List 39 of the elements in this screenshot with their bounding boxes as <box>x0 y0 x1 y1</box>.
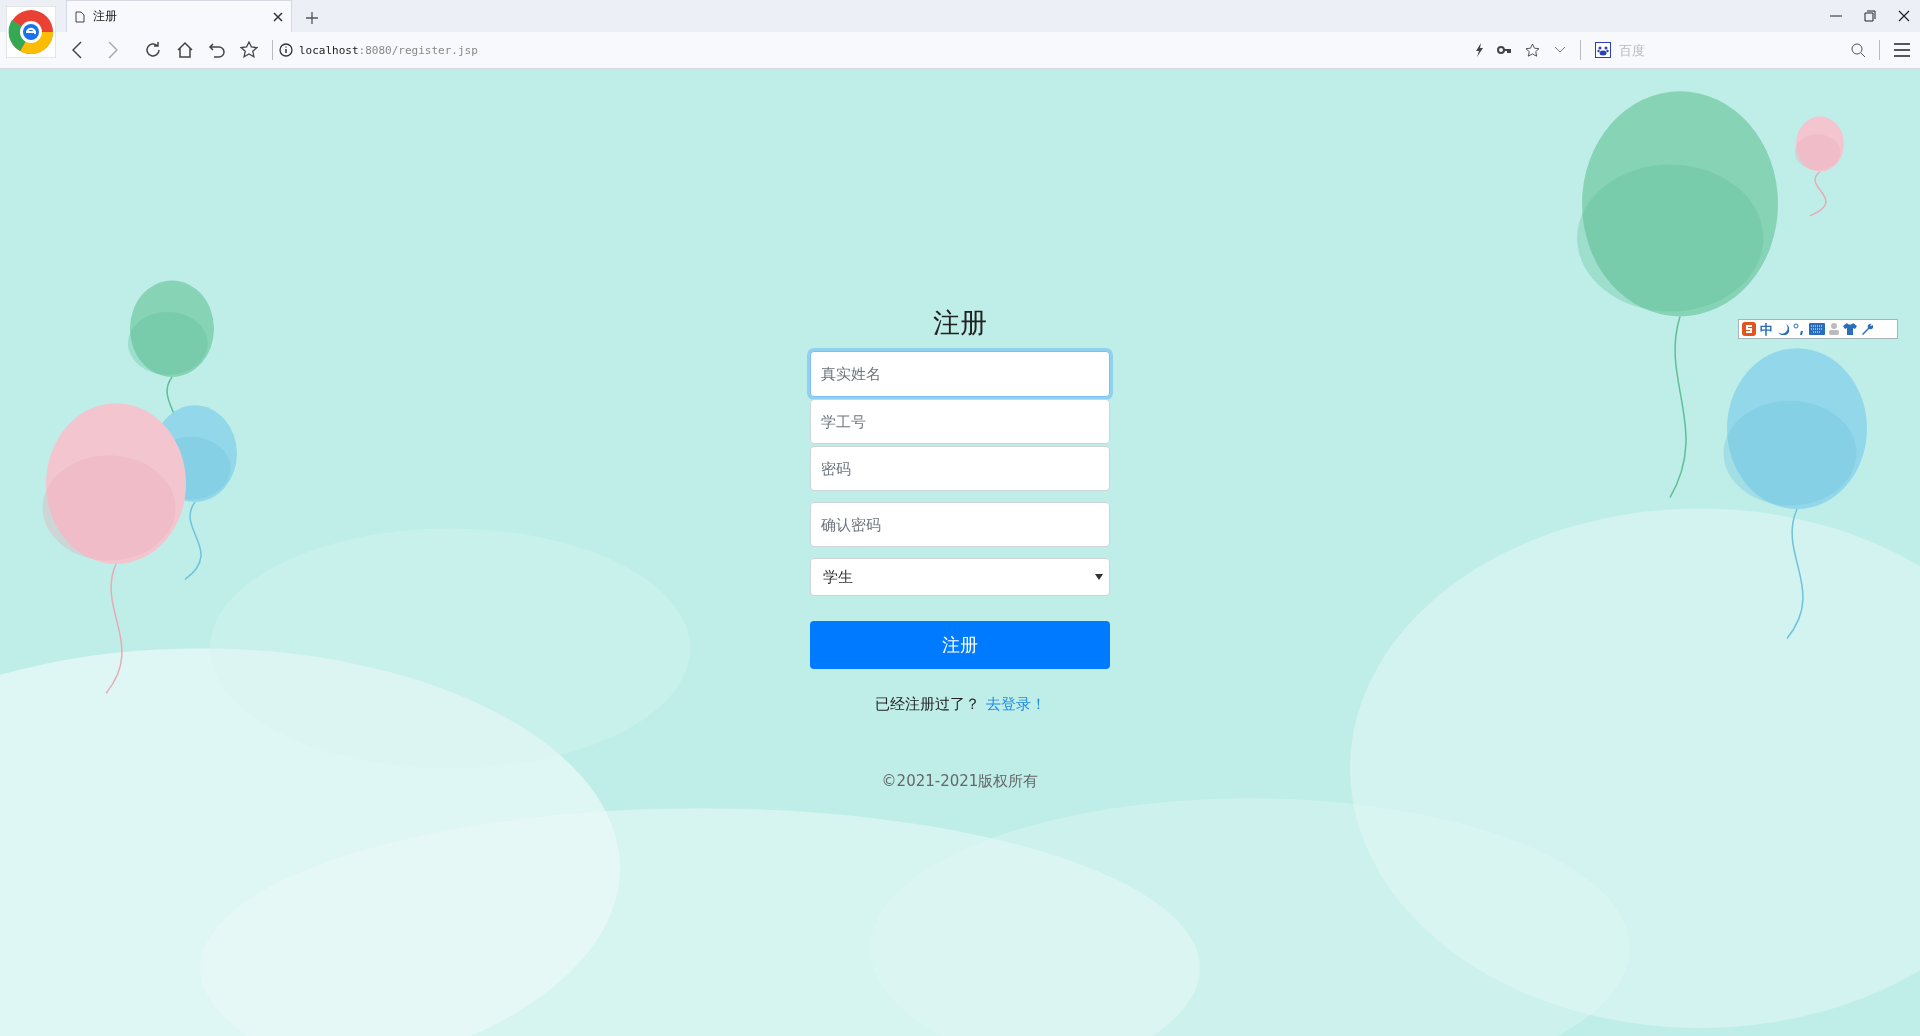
login-prompt: 已经注册过了？ <box>874 695 980 714</box>
undo-icon[interactable] <box>208 41 226 59</box>
reload-icon[interactable] <box>144 41 162 59</box>
dropdown-arrow-icon <box>1095 574 1103 580</box>
restore-icon[interactable] <box>1864 10 1876 22</box>
register-button[interactable]: 注册 <box>810 621 1110 669</box>
back-icon[interactable] <box>72 41 82 59</box>
role-select[interactable]: 学生 <box>810 558 1110 596</box>
star-icon[interactable] <box>240 41 258 59</box>
page-title: 注册 <box>932 306 988 340</box>
new-tab-icon[interactable] <box>306 12 318 24</box>
ime-logo-icon[interactable] <box>1742 322 1756 336</box>
tab-title: 注册 <box>93 8 118 25</box>
bookmark-star-icon[interactable] <box>1525 42 1540 58</box>
input-field[interactable]: 学工号 <box>810 399 1110 444</box>
search-icon[interactable] <box>1851 43 1865 57</box>
input-field[interactable]: 确认密码 <box>810 502 1110 547</box>
close-window-icon[interactable] <box>1898 10 1910 22</box>
ime-mode[interactable]: 中 <box>1760 322 1773 336</box>
address-field[interactable]: localhost:8080/register.jsp <box>299 43 1461 57</box>
shirt-icon[interactable] <box>1843 323 1857 335</box>
keyboard-icon[interactable] <box>1809 323 1825 335</box>
menu-icon[interactable] <box>1894 43 1910 57</box>
input-field[interactable]: 密码 <box>810 446 1110 491</box>
close-tab-icon[interactable] <box>273 11 283 22</box>
punctuation-icon[interactable] <box>1793 323 1805 335</box>
page-icon <box>75 10 85 23</box>
key-icon[interactable] <box>1497 45 1511 55</box>
copyright-text: ©2021-2021版权所有 <box>880 772 1040 791</box>
paw-icon[interactable] <box>1595 42 1611 58</box>
input-field[interactable]: 真实姓名 <box>810 351 1110 397</box>
moon-icon[interactable] <box>1777 323 1789 335</box>
info-icon[interactable] <box>279 43 293 57</box>
wrench-icon[interactable] <box>1861 323 1873 335</box>
chevron-down-icon[interactable] <box>1554 46 1566 54</box>
lightning-icon[interactable] <box>1475 43 1483 57</box>
home-icon[interactable] <box>176 41 194 59</box>
search-field[interactable]: 百度 <box>1616 41 1846 59</box>
browser-tab[interactable]: 注册 <box>66 0 292 32</box>
